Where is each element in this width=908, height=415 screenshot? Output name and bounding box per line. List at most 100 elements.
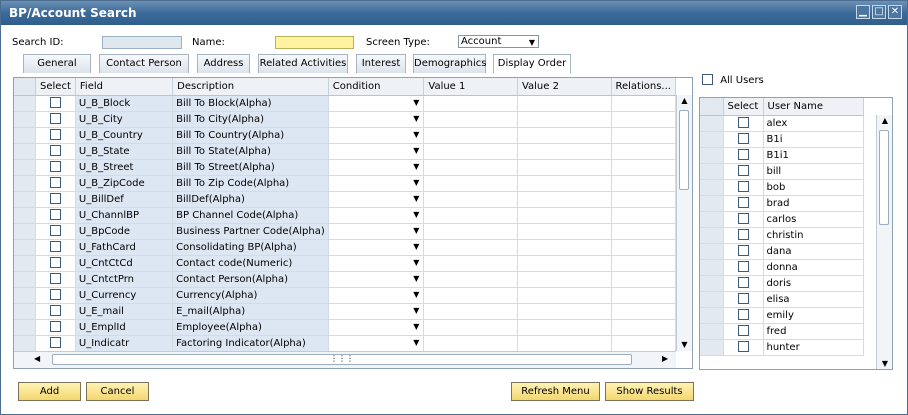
value-2-cell[interactable] bbox=[517, 319, 612, 336]
user-select-cell[interactable] bbox=[723, 115, 764, 132]
value-1-cell[interactable] bbox=[423, 255, 518, 272]
table-row[interactable]: U_BillDef BillDef(Alpha) ▼ bbox=[14, 191, 676, 208]
user-row[interactable]: bob bbox=[700, 179, 864, 196]
row-checkbox[interactable] bbox=[49, 113, 61, 125]
row-header[interactable] bbox=[14, 255, 37, 272]
row-checkbox[interactable] bbox=[49, 305, 61, 317]
screen-type-select[interactable]: Account ▼ bbox=[458, 35, 539, 48]
condition-dropdown[interactable]: ▼ bbox=[328, 143, 425, 160]
row-select-cell[interactable] bbox=[35, 159, 76, 176]
table-row[interactable]: U_B_Block Bill To Block(Alpha) ▼ bbox=[14, 95, 676, 112]
user-row[interactable]: brad bbox=[700, 195, 864, 212]
row-checkbox[interactable] bbox=[49, 97, 61, 109]
users-column-select[interactable]: Select bbox=[723, 98, 764, 116]
scroll-down-icon[interactable]: ▼ bbox=[677, 339, 692, 351]
tab-display-order[interactable]: Display Order bbox=[493, 54, 571, 73]
row-select-cell[interactable] bbox=[35, 111, 76, 128]
value-2-cell[interactable] bbox=[517, 223, 612, 240]
column-header-select[interactable]: Select bbox=[35, 78, 76, 96]
table-row[interactable]: U_Currency Currency(Alpha) ▼ bbox=[14, 287, 676, 304]
tab-related-activities[interactable]: Related Activities bbox=[258, 54, 348, 73]
tab-contact-person[interactable]: Contact Person bbox=[99, 54, 189, 73]
user-row-header[interactable] bbox=[700, 131, 724, 148]
table-row[interactable]: U_B_Country Bill To Country(Alpha) ▼ bbox=[14, 127, 676, 144]
user-checkbox[interactable] bbox=[737, 341, 749, 353]
relations-cell[interactable] bbox=[611, 303, 676, 320]
user-checkbox[interactable] bbox=[737, 229, 749, 241]
relations-cell[interactable] bbox=[611, 175, 676, 192]
user-select-cell[interactable] bbox=[723, 227, 764, 244]
user-checkbox[interactable] bbox=[737, 293, 749, 305]
user-checkbox[interactable] bbox=[737, 277, 749, 289]
user-row[interactable]: B1i1 bbox=[700, 147, 864, 164]
relations-cell[interactable] bbox=[611, 239, 676, 256]
tab-address[interactable]: Address bbox=[197, 54, 250, 73]
relations-cell[interactable] bbox=[611, 143, 676, 160]
relations-cell[interactable] bbox=[611, 191, 676, 208]
condition-dropdown[interactable]: ▼ bbox=[328, 207, 425, 224]
all-users-toggle[interactable]: All Users bbox=[702, 74, 764, 86]
condition-dropdown[interactable]: ▼ bbox=[328, 95, 425, 112]
row-header[interactable] bbox=[14, 223, 37, 240]
column-header-condition[interactable]: Condition bbox=[328, 78, 425, 96]
user-row-header[interactable] bbox=[700, 163, 724, 180]
row-checkbox[interactable] bbox=[49, 257, 61, 269]
value-2-cell[interactable] bbox=[517, 159, 612, 176]
value-1-cell[interactable] bbox=[423, 319, 518, 336]
table-row[interactable]: U_B_City Bill To City(Alpha) ▼ bbox=[14, 111, 676, 128]
relations-cell[interactable] bbox=[611, 207, 676, 224]
row-checkbox[interactable] bbox=[49, 145, 61, 157]
row-header[interactable] bbox=[14, 287, 37, 304]
row-checkbox[interactable] bbox=[49, 209, 61, 221]
value-1-cell[interactable] bbox=[423, 143, 518, 160]
row-header[interactable] bbox=[14, 319, 37, 336]
value-2-cell[interactable] bbox=[517, 127, 612, 144]
user-checkbox[interactable] bbox=[737, 325, 749, 337]
value-1-cell[interactable] bbox=[423, 159, 518, 176]
value-1-cell[interactable] bbox=[423, 287, 518, 304]
row-select-cell[interactable] bbox=[35, 303, 76, 320]
row-checkbox[interactable] bbox=[49, 273, 61, 285]
user-checkbox[interactable] bbox=[737, 149, 749, 161]
condition-dropdown[interactable]: ▼ bbox=[328, 175, 425, 192]
row-checkbox[interactable] bbox=[49, 161, 61, 173]
grid-vertical-scrollbar[interactable]: ▲ ▼ bbox=[676, 95, 692, 351]
relations-cell[interactable] bbox=[611, 335, 676, 351]
row-header[interactable] bbox=[14, 175, 37, 192]
relations-cell[interactable] bbox=[611, 127, 676, 144]
row-header[interactable] bbox=[14, 303, 37, 320]
value-2-cell[interactable] bbox=[517, 191, 612, 208]
table-row[interactable]: U_CntctPrn Contact Person(Alpha) ▼ bbox=[14, 271, 676, 288]
row-select-cell[interactable] bbox=[35, 239, 76, 256]
condition-dropdown[interactable]: ▼ bbox=[328, 255, 425, 272]
user-row[interactable]: bill bbox=[700, 163, 864, 180]
row-select-cell[interactable] bbox=[35, 175, 76, 192]
condition-dropdown[interactable]: ▼ bbox=[328, 287, 425, 304]
condition-dropdown[interactable]: ▼ bbox=[328, 111, 425, 128]
refresh-menu-button[interactable]: Refresh Menu bbox=[511, 382, 600, 401]
user-checkbox[interactable] bbox=[737, 181, 749, 193]
scroll-thumb[interactable] bbox=[679, 110, 689, 190]
user-row[interactable]: hunter bbox=[700, 339, 864, 356]
condition-dropdown[interactable]: ▼ bbox=[328, 127, 425, 144]
relations-cell[interactable] bbox=[611, 319, 676, 336]
value-2-cell[interactable] bbox=[517, 287, 612, 304]
tab-demographics[interactable]: Demographics bbox=[413, 54, 486, 73]
user-row-header[interactable] bbox=[700, 339, 724, 356]
tab-general[interactable]: General bbox=[23, 54, 91, 73]
user-select-cell[interactable] bbox=[723, 259, 764, 276]
user-row[interactable]: alex bbox=[700, 115, 864, 132]
search-id-field[interactable] bbox=[102, 36, 182, 49]
row-select-cell[interactable] bbox=[35, 143, 76, 160]
users-scroll-down-icon[interactable]: ▼ bbox=[877, 358, 892, 369]
row-header[interactable] bbox=[14, 159, 37, 176]
table-row[interactable]: U_FathCard Consolidating BP(Alpha) ▼ bbox=[14, 239, 676, 256]
column-header-field[interactable]: Field bbox=[75, 78, 174, 96]
condition-dropdown[interactable]: ▼ bbox=[328, 223, 425, 240]
user-checkbox[interactable] bbox=[737, 117, 749, 129]
user-select-cell[interactable] bbox=[723, 339, 764, 356]
value-1-cell[interactable] bbox=[423, 335, 518, 351]
all-users-checkbox[interactable] bbox=[702, 74, 713, 85]
condition-dropdown[interactable]: ▼ bbox=[328, 239, 425, 256]
user-row-header[interactable] bbox=[700, 307, 724, 324]
